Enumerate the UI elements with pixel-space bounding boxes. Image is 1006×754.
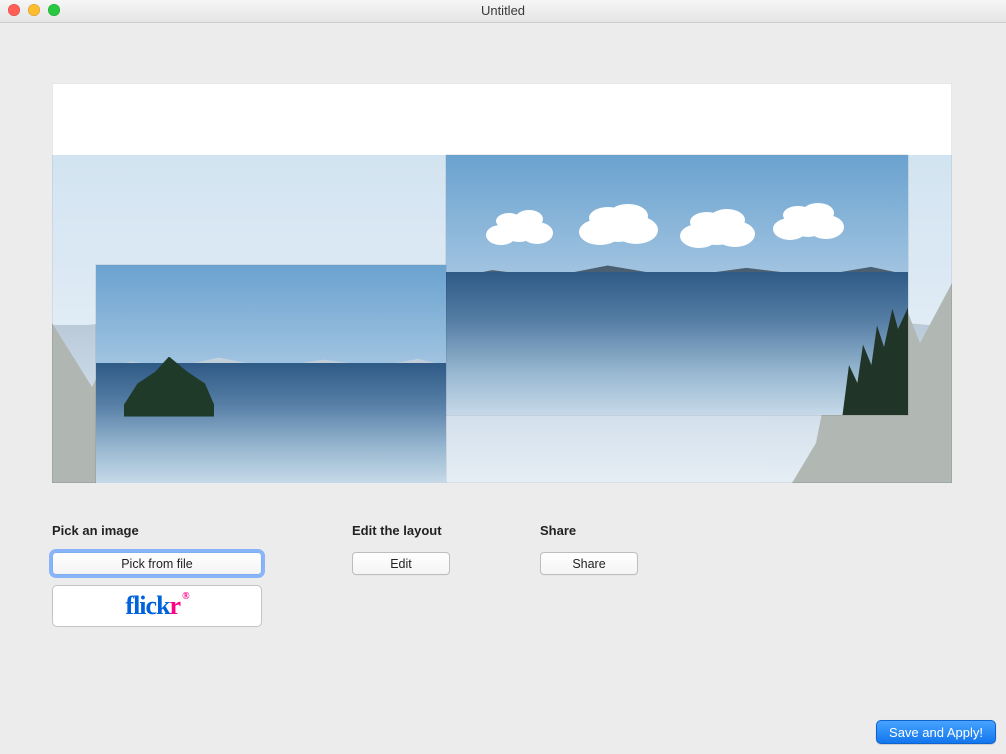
flickr-button[interactable]: flickr® <box>52 585 262 627</box>
wallpaper-preview <box>52 83 952 483</box>
display-panel-left[interactable] <box>96 265 446 483</box>
pick-image-heading: Pick an image <box>52 523 262 538</box>
window-titlebar: Untitled <box>0 0 1006 23</box>
flickr-logo-text-blue: flick <box>125 591 169 621</box>
edit-button[interactable]: Edit <box>352 552 450 575</box>
flickr-registered-icon: ® <box>182 591 188 602</box>
pick-from-file-button[interactable]: Pick from file <box>52 552 262 575</box>
edit-layout-heading: Edit the layout <box>352 523 450 538</box>
share-heading: Share <box>540 523 638 538</box>
share-section: Share Share <box>540 523 638 627</box>
save-and-apply-button[interactable]: Save and Apply! <box>876 720 996 744</box>
edit-layout-section: Edit the layout Edit <box>352 523 450 627</box>
display-panel-right[interactable] <box>446 155 908 415</box>
flickr-logo-text-pink: r <box>170 591 181 621</box>
window-title: Untitled <box>0 0 1006 22</box>
share-button[interactable]: Share <box>540 552 638 575</box>
pick-image-section: Pick an image Pick from file flickr® <box>52 523 262 627</box>
